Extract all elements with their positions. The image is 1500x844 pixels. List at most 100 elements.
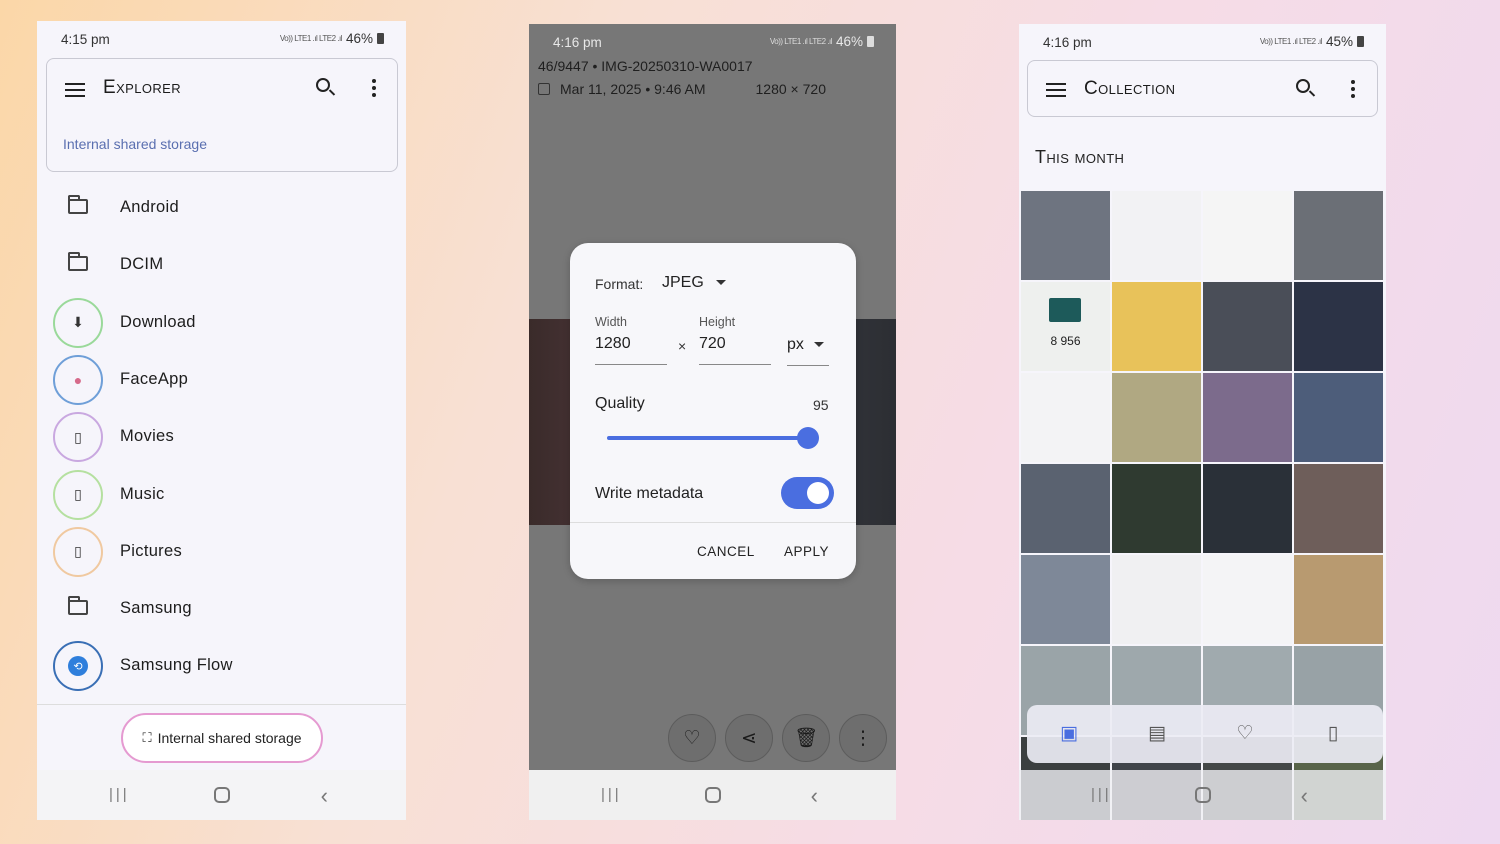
height-input[interactable]: 720 xyxy=(699,335,726,353)
width-label: Width xyxy=(595,315,627,329)
quality-value: 95 xyxy=(813,397,829,413)
folder-row-download[interactable]: ⬇ Download xyxy=(53,297,393,348)
folder-label: Samsung Flow xyxy=(120,656,233,675)
page-title: Explorer xyxy=(103,77,182,98)
more-button[interactable]: ⋮ xyxy=(839,714,887,762)
more-icon[interactable] xyxy=(1351,80,1355,101)
apply-button[interactable]: APPLY xyxy=(784,544,829,559)
photo-thumbnail[interactable] xyxy=(1112,282,1201,371)
folder-label: DCIM xyxy=(120,255,164,274)
photo-thumbnail[interactable] xyxy=(1021,464,1110,553)
battery-level: 46% xyxy=(835,34,863,49)
battery-icon xyxy=(377,33,384,44)
share-button[interactable]: ⋖ xyxy=(725,714,773,762)
folder-icon xyxy=(68,252,88,272)
recents-icon[interactable]: ||| xyxy=(109,786,130,803)
photo-thumbnail[interactable] xyxy=(1112,191,1201,280)
chevron-down-icon xyxy=(716,280,727,286)
thumbnail-count: 8 956 xyxy=(1050,333,1081,348)
calendar-icon xyxy=(538,83,550,95)
photo-thumbnail[interactable]: 8 956 xyxy=(1021,282,1110,371)
search-icon[interactable] xyxy=(316,78,330,92)
menu-icon[interactable] xyxy=(65,83,85,101)
photo-thumbnail[interactable] xyxy=(1294,373,1383,462)
recents-icon[interactable]: ||| xyxy=(601,786,622,803)
folder-row-movies[interactable]: ▯ Movies xyxy=(53,412,393,463)
delete-button[interactable]: 🗑 xyxy=(782,714,830,762)
folder-label: Music xyxy=(120,484,165,503)
write-metadata-toggle[interactable] xyxy=(781,477,834,509)
resize-dialog: Format: JPEG Width 1280 × Height 720 px … xyxy=(570,243,856,579)
file-date: Mar 11, 2025 • 9:46 AM xyxy=(560,81,706,97)
photo-thumbnail[interactable] xyxy=(1203,464,1292,553)
photo-thumbnail[interactable] xyxy=(1021,373,1110,462)
format-label: Format: xyxy=(595,276,644,292)
cancel-button[interactable]: CANCEL xyxy=(697,544,755,559)
home-icon[interactable] xyxy=(213,787,230,803)
photo-thumbnail[interactable] xyxy=(1203,373,1292,462)
movies-icon[interactable]: ▤ xyxy=(1145,722,1169,744)
status-time: 4:16 pm xyxy=(553,35,602,50)
favorite-button[interactable]: ♡ xyxy=(668,714,716,762)
folder-label: Samsung xyxy=(120,599,192,618)
photo-thumbnail[interactable] xyxy=(1112,464,1201,553)
battery-icon xyxy=(1357,36,1364,47)
dialog-divider xyxy=(570,522,856,523)
home-icon[interactable] xyxy=(1194,787,1211,803)
recents-icon[interactable]: ||| xyxy=(1091,786,1112,803)
home-icon[interactable] xyxy=(704,787,721,803)
folder-row-music[interactable]: ▯ Music xyxy=(53,469,393,520)
breadcrumb[interactable]: Internal shared storage xyxy=(63,136,207,152)
more-icon[interactable] xyxy=(372,79,376,100)
search-icon[interactable] xyxy=(1296,79,1310,93)
thumbnail-graphic xyxy=(1049,298,1081,322)
back-icon[interactable]: ‹ xyxy=(321,783,328,809)
collection-screen: 4:16 pm Vo)) LTE1 .ıl LTE2 .ıl 45% Colle… xyxy=(1019,24,1386,820)
storage-selector-button[interactable]: ⛶ Internal shared storage xyxy=(121,713,323,763)
photo-thumbnail[interactable] xyxy=(1203,191,1292,280)
bottom-tab-bar: ▣ ▤ ♡ ▯ xyxy=(1027,705,1383,763)
status-bar: 4:16 pm Vo)) LTE1 .ıl LTE2 .ıl 46% xyxy=(529,24,896,60)
back-icon[interactable]: ‹ xyxy=(1301,783,1308,809)
menu-icon[interactable] xyxy=(1046,83,1066,97)
folder-row-faceapp[interactable]: ● FaceApp xyxy=(53,354,393,405)
format-value: JPEG xyxy=(662,274,704,291)
photos-icon[interactable]: ▣ xyxy=(1057,722,1081,744)
photo-thumbnail[interactable] xyxy=(1294,555,1383,644)
photo-thumbnail[interactable] xyxy=(1294,282,1383,371)
folder-row-pictures[interactable]: ▯ Pictures xyxy=(53,526,393,577)
photo-thumbnail[interactable] xyxy=(1294,191,1383,280)
unit-select[interactable]: px xyxy=(787,336,825,354)
viewer-screen: 4:16 pm Vo)) LTE1 .ıl LTE2 .ıl 46% 46/94… xyxy=(529,24,896,820)
folder-row-android[interactable]: Android xyxy=(53,183,393,233)
favorites-icon[interactable]: ♡ xyxy=(1233,722,1257,744)
quality-slider-track[interactable] xyxy=(607,436,809,440)
signal-icon: Vo)) LTE1 .ıl LTE2 .ıl xyxy=(769,37,833,46)
explorer-header: Explorer Internal shared storage xyxy=(46,58,398,172)
photo-thumbnail[interactable] xyxy=(1112,555,1201,644)
file-meta: Mar 11, 2025 • 9:46 AM 1280 × 720 xyxy=(538,81,826,97)
collection-header: Collection xyxy=(1027,60,1378,117)
folder-label: Movies xyxy=(120,427,175,446)
photo-thumbnail[interactable] xyxy=(1021,191,1110,280)
width-input[interactable]: 1280 xyxy=(595,335,631,353)
quality-slider-handle[interactable] xyxy=(797,427,819,449)
status-bar: 4:15 pm Vo)) LTE1 .ıl LTE2 .ıl 46% xyxy=(37,21,406,57)
chevron-down-icon xyxy=(814,342,825,348)
folder-row-samsung-flow[interactable]: ⟲ Samsung Flow xyxy=(53,641,393,692)
width-underline xyxy=(595,364,667,365)
folder-row-samsung[interactable]: Samsung xyxy=(53,584,393,634)
photo-thumbnail[interactable] xyxy=(1203,555,1292,644)
download-icon: ⬇ xyxy=(53,297,103,348)
battery-icon xyxy=(867,36,874,47)
folder-row-dcim[interactable]: DCIM xyxy=(53,240,393,290)
signal-icon: Vo)) LTE1 .ıl LTE2 .ıl xyxy=(1259,37,1323,46)
photo-thumbnail[interactable] xyxy=(1203,282,1292,371)
bookmark-icon[interactable]: ▯ xyxy=(1321,722,1345,744)
photo-thumbnail[interactable] xyxy=(1112,373,1201,462)
back-icon[interactable]: ‹ xyxy=(811,783,818,809)
photo-thumbnail[interactable] xyxy=(1294,464,1383,553)
more-icon: ⋮ xyxy=(853,727,873,749)
photo-thumbnail[interactable] xyxy=(1021,555,1110,644)
format-select[interactable]: JPEG xyxy=(662,274,727,292)
